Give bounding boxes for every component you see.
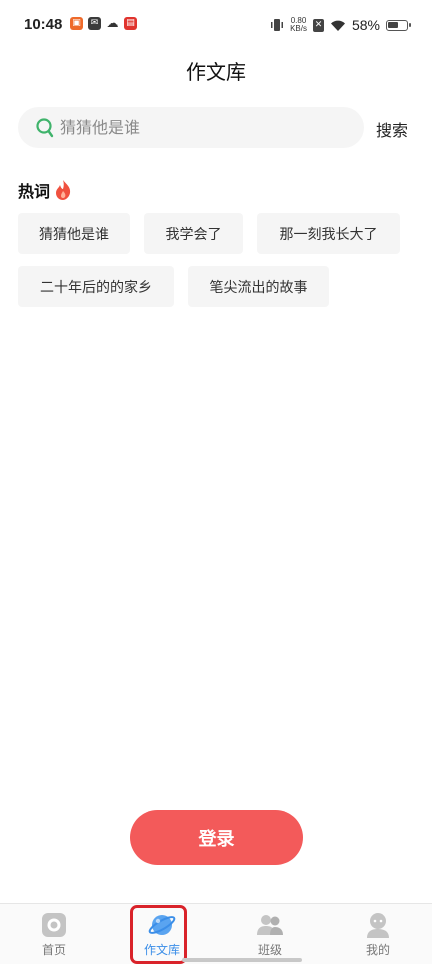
wechat-notification-icon: ☁ [106, 16, 119, 30]
page-title: 作文库 [186, 60, 246, 84]
hot-word-tag[interactable]: 猜猜他是谁 [18, 213, 130, 254]
tab-label-mine: 我的 [365, 943, 390, 957]
hot-word-tag[interactable]: 我学会了 [144, 213, 243, 254]
tab-label-essay-library: 作文库 [143, 943, 180, 957]
hot-words-heading: 热词 [18, 178, 73, 202]
home-icon [42, 913, 66, 937]
fire-icon [56, 180, 71, 200]
network-speed: 0.80 KB/s [290, 17, 307, 33]
people-icon [257, 915, 283, 935]
tab-essay-library[interactable]: 作文库 [108, 904, 216, 964]
hot-words-label: 热词 [18, 182, 51, 201]
notification-icons: ▣ ✉ ☁ ▤ [70, 17, 137, 30]
hot-word-tag[interactable]: 笔尖流出的故事 [188, 266, 329, 307]
tab-mine[interactable]: 我的 [324, 904, 432, 964]
tab-label-class: 班级 [257, 943, 282, 957]
hot-word-tag[interactable]: 二十年后的的家乡 [18, 266, 174, 307]
search-input[interactable] [60, 107, 350, 148]
no-sim-icon: ✕ [312, 18, 324, 32]
status-time: 10:48 [24, 16, 63, 33]
status-right: 0.80 KB/s ✕ 58% [270, 14, 411, 36]
search-button[interactable]: 搜索 [376, 117, 408, 141]
net-speed-unit: KB/s [290, 24, 307, 33]
tab-home[interactable]: 首页 [0, 904, 108, 964]
vibrate-icon [271, 19, 284, 31]
login-button[interactable]: 登录 [130, 810, 303, 865]
battery-percent: 58% [351, 17, 380, 33]
tab-class[interactable]: 班级 [216, 904, 324, 964]
battery-fill [388, 21, 398, 28]
hot-word-tag[interactable]: 那一刻我长大了 [257, 213, 400, 254]
app-notification-icon: ▣ [70, 17, 83, 30]
battery-icon [386, 19, 411, 31]
wifi-icon [330, 20, 345, 31]
mail-notification-icon: ✉ [88, 17, 101, 30]
bottom-tab-bar: 首页 作文库 班级 我的 [0, 903, 432, 964]
user-icon [367, 913, 389, 938]
shopping-notification-icon: ▤ [124, 17, 137, 30]
search-box[interactable] [18, 107, 364, 148]
planet-icon [148, 915, 176, 935]
home-indicator [182, 958, 302, 962]
status-bar: 10:48 ▣ ✉ ☁ ▤ 0.80 KB/s ✕ 58% [0, 0, 432, 50]
tab-label-home: 首页 [41, 943, 66, 957]
search-icon [36, 118, 54, 138]
